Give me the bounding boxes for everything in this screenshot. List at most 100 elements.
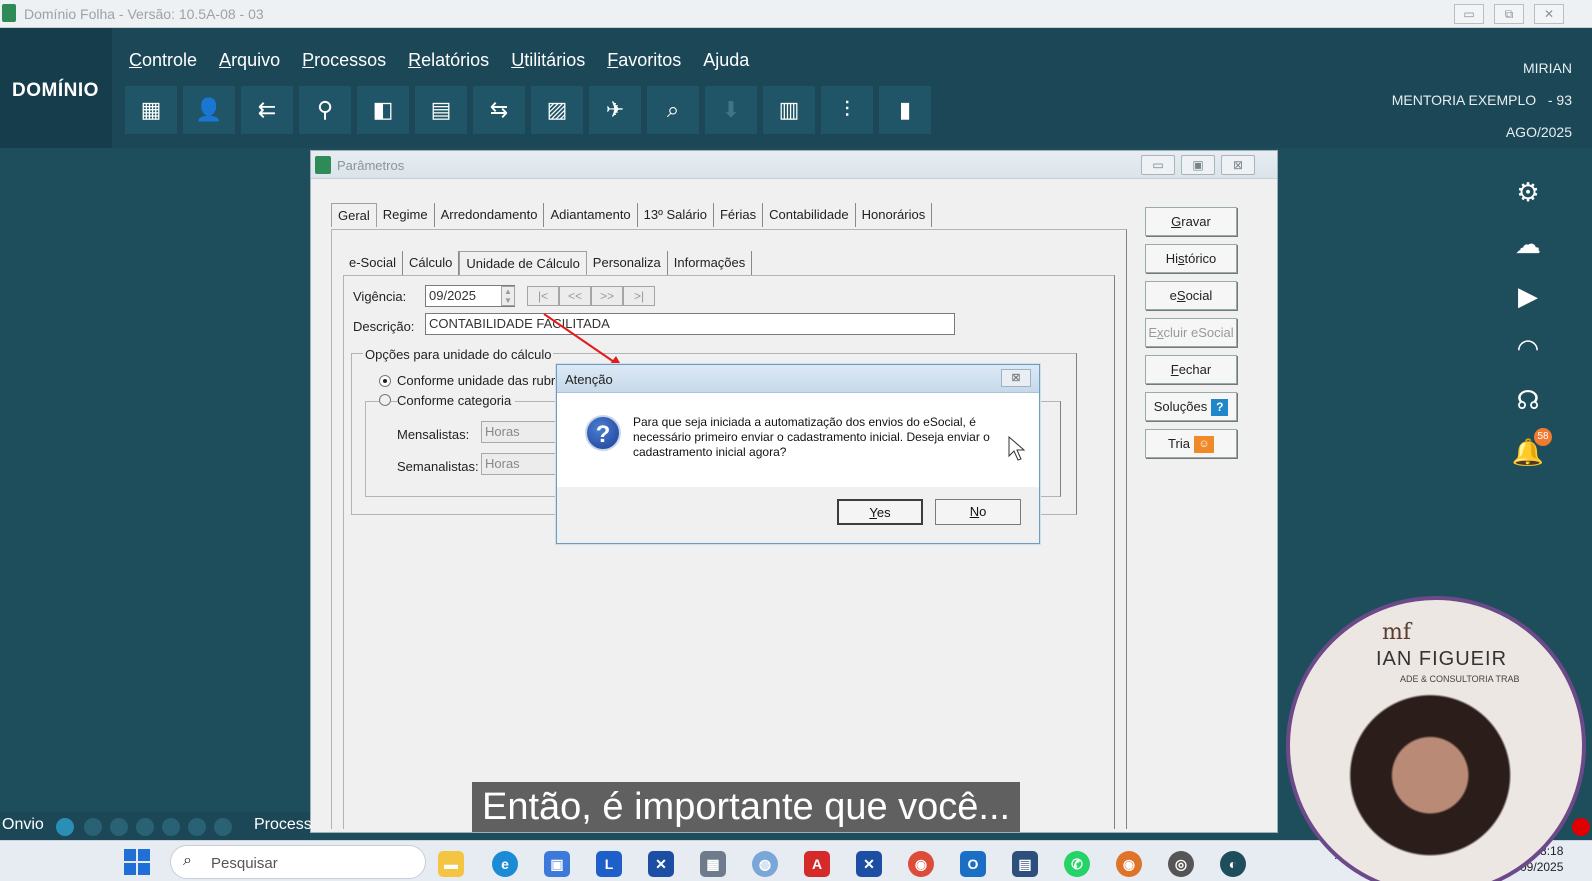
headset-icon[interactable]: ☊ [1510,384,1546,416]
edge-icon[interactable]: e [492,851,518,877]
entry-icon[interactable]: ⇇ [241,86,293,134]
building-icon[interactable]: ▦ [125,86,177,134]
vigencia-label: Vigência: [353,289,407,304]
tab-esocial[interactable]: e-Social [343,251,403,275]
onvio-label: Onvio [2,816,44,833]
obs-icon[interactable]: ◎ [1168,851,1194,877]
radio-conforme-categoria[interactable] [379,394,391,406]
menu-utilitarios[interactable]: Utilitários [511,50,585,71]
calculator-icon[interactable]: ▥ [763,86,815,134]
calculator-app-icon[interactable]: ▦ [700,851,726,877]
main-toolbar: ▦ 👤 ⇇ ⚲ ◧ ▤ ⇆ ▨ ✈ ⌕ ⬇ ▥ ⫶ ▮ [125,86,931,134]
dialog-close-button[interactable]: ⊠ [1001,369,1031,387]
status-icon-2[interactable] [110,818,128,836]
file-explorer-icon[interactable]: ▬ [438,851,464,877]
plane-icon[interactable]: ✈ [589,86,641,134]
tab-adiantamento[interactable]: Adiantamento [544,203,638,227]
tab-geral[interactable]: Geral [331,203,377,227]
tab-regime[interactable]: Regime [377,203,435,227]
receita-icon[interactable]: ▤ [1012,851,1038,877]
caixa-icon[interactable]: ✕ [648,851,674,877]
play-icon[interactable]: ▶ [1510,280,1546,312]
chrome-icon[interactable]: ◉ [908,851,934,877]
window-minimize-button[interactable]: ▭ [1141,155,1175,175]
search-icon[interactable]: ⌕ [647,86,699,134]
menu-favoritos[interactable]: Favoritos [607,50,681,71]
parametros-title-bar: Parâmetros ▭ ▣ ⊠ [311,151,1277,179]
nav-next-button[interactable]: >> [591,286,623,306]
spreadsheet-icon[interactable]: ▤ [415,86,467,134]
tab-ferias[interactable]: Férias [714,203,764,227]
globe-icon[interactable]: ◍ [752,851,778,877]
tab-arredondamento[interactable]: Arredondamento [435,203,545,227]
outlook-icon[interactable]: O [960,851,986,877]
whatsapp-icon[interactable]: ✆ [1064,851,1090,877]
historico-button[interactable]: Histórico [1145,244,1237,273]
dominio-app-icon[interactable]: ◐ [1220,851,1246,877]
window-maximize-button[interactable]: ▣ [1181,155,1215,175]
l-app-icon[interactable]: L [596,851,622,877]
fechar-button[interactable]: Fechar [1145,355,1237,384]
taskbar-search[interactable]: ⌕ Pesquisar [170,845,426,879]
close-button[interactable]: ✕ [1534,4,1564,24]
tab-13-salario[interactable]: 13º Salário [638,203,714,227]
book-icon[interactable]: ▮ [879,86,931,134]
solucoes-button[interactable]: Soluções? [1145,392,1237,421]
document-sync-icon[interactable]: ▨ [531,86,583,134]
windows-start-icon[interactable] [124,849,150,875]
transfer-icon[interactable]: ⇆ [473,86,525,134]
status-icon-5[interactable] [188,818,206,836]
chrome-2-icon[interactable]: ◉ [1116,851,1142,877]
nav-prev-button[interactable]: << [559,286,591,306]
store-icon[interactable]: ▣ [544,851,570,877]
mouse-cursor-icon [1008,436,1026,461]
gravar-button[interactable]: Gravar [1145,207,1237,236]
tab-informacoes[interactable]: Informações [668,251,753,275]
video-caption: Então, é importante que você... [472,782,1021,832]
onvio-play-icon[interactable] [56,818,74,836]
puzzle-icon[interactable]: ◧ [357,86,409,134]
app-icon [2,4,16,22]
user-name: MIRIAN [1523,60,1572,76]
cloud-upload-icon[interactable]: ☁ [1510,228,1546,260]
download-icon: ⬇ [705,86,757,134]
nav-last-button[interactable]: >| [623,286,655,306]
helmet-icon[interactable]: ◠ [1510,332,1546,364]
descricao-field[interactable]: CONTABILIDADE FACILITADA [425,313,955,335]
tria-button[interactable]: Tria ☺ [1145,429,1237,458]
esocial-button[interactable]: eSocial [1145,281,1237,310]
chart-search-icon[interactable]: ⫶ [821,86,873,134]
menu-ajuda[interactable]: Ajuda [703,50,749,71]
status-icon-6[interactable] [214,818,232,836]
tab-personaliza[interactable]: Personaliza [587,251,668,275]
status-icon-4[interactable] [162,818,180,836]
bell-icon[interactable]: 🔔 58 [1510,428,1552,468]
tab-unidade-de-calculo[interactable]: Unidade de Cálculo [459,251,587,275]
webcam-brand-name: IAN FIGUEIR [1376,648,1508,670]
semanalistas-label: Semanalistas: [397,459,479,474]
restore-button[interactable]: ⧉ [1494,4,1524,24]
nav-first-button[interactable]: |< [527,286,559,306]
status-icon-3[interactable] [136,818,154,836]
user-search-icon[interactable]: ⚲ [299,86,351,134]
menu-relatorios[interactable]: Relatórios [408,50,489,71]
status-icon-1[interactable] [84,818,102,836]
tab-calculo[interactable]: Cálculo [403,251,460,275]
minimize-button[interactable]: ▭ [1454,4,1484,24]
yes-button[interactable]: Yes [837,499,923,525]
user-icon[interactable]: 👤 [183,86,235,134]
caixa-2-icon[interactable]: ✕ [856,851,882,877]
radio-conforme-unidade[interactable] [379,375,391,387]
window-close-button[interactable]: ⊠ [1221,155,1255,175]
menu-processos[interactable]: Processos [302,50,386,71]
tab-contabilidade[interactable]: Contabilidade [763,203,856,227]
vigencia-spinner[interactable]: ▲ ▼ [501,286,515,306]
menu-arquivo[interactable]: Arquivo [219,50,280,71]
no-button[interactable]: No [935,499,1021,525]
options-group-label: Opções para unidade do cálculo [363,347,554,362]
tab-honorarios[interactable]: Honorários [856,203,933,227]
atencao-dialog: Atenção ⊠ ? Para que seja iniciada a aut… [556,364,1040,544]
gear-icon[interactable]: ⚙ [1510,176,1546,208]
menu-controle[interactable]: Controle [129,50,197,71]
acrobat-icon[interactable]: A [804,851,830,877]
